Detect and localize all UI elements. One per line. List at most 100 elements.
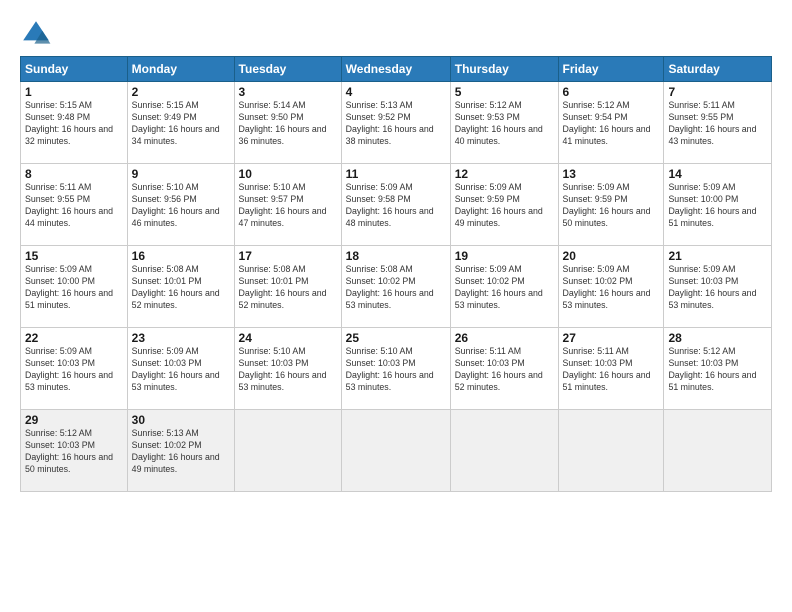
day-info: Sunrise: 5:11 AMSunset: 9:55 PMDaylight:… xyxy=(668,100,756,146)
table-row: 5 Sunrise: 5:12 AMSunset: 9:53 PMDayligh… xyxy=(450,82,558,164)
day-number: 5 xyxy=(455,85,554,99)
day-info: Sunrise: 5:09 AMSunset: 10:00 PMDaylight… xyxy=(25,264,113,310)
day-info: Sunrise: 5:09 AMSunset: 10:03 PMDaylight… xyxy=(132,346,220,392)
day-info: Sunrise: 5:15 AMSunset: 9:49 PMDaylight:… xyxy=(132,100,220,146)
day-number: 16 xyxy=(132,249,230,263)
table-row: 30 Sunrise: 5:13 AMSunset: 10:02 PMDayli… xyxy=(127,410,234,492)
table-row: 21 Sunrise: 5:09 AMSunset: 10:03 PMDayli… xyxy=(664,246,772,328)
day-number: 21 xyxy=(668,249,767,263)
day-number: 25 xyxy=(346,331,446,345)
day-number: 9 xyxy=(132,167,230,181)
day-info: Sunrise: 5:08 AMSunset: 10:01 PMDaylight… xyxy=(132,264,220,310)
table-row: 20 Sunrise: 5:09 AMSunset: 10:02 PMDayli… xyxy=(558,246,664,328)
day-number: 10 xyxy=(239,167,337,181)
col-thursday: Thursday xyxy=(450,57,558,82)
empty-cell xyxy=(664,410,772,492)
day-info: Sunrise: 5:11 AMSunset: 10:03 PMDaylight… xyxy=(455,346,543,392)
table-row: 14 Sunrise: 5:09 AMSunset: 10:00 PMDayli… xyxy=(664,164,772,246)
day-info: Sunrise: 5:09 AMSunset: 10:02 PMDaylight… xyxy=(563,264,651,310)
day-info: Sunrise: 5:10 AMSunset: 9:57 PMDaylight:… xyxy=(239,182,327,228)
day-number: 17 xyxy=(239,249,337,263)
table-row: 1 Sunrise: 5:15 AMSunset: 9:48 PMDayligh… xyxy=(21,82,128,164)
table-row: 24 Sunrise: 5:10 AMSunset: 10:03 PMDayli… xyxy=(234,328,341,410)
col-monday: Monday xyxy=(127,57,234,82)
logo-icon xyxy=(20,18,52,50)
empty-cell xyxy=(450,410,558,492)
header xyxy=(20,18,772,50)
table-row: 13 Sunrise: 5:09 AMSunset: 9:59 PMDaylig… xyxy=(558,164,664,246)
day-number: 11 xyxy=(346,167,446,181)
day-number: 27 xyxy=(563,331,660,345)
col-saturday: Saturday xyxy=(664,57,772,82)
page: Sunday Monday Tuesday Wednesday Thursday… xyxy=(0,0,792,612)
table-row: 17 Sunrise: 5:08 AMSunset: 10:01 PMDayli… xyxy=(234,246,341,328)
day-info: Sunrise: 5:09 AMSunset: 10:00 PMDaylight… xyxy=(668,182,756,228)
day-info: Sunrise: 5:10 AMSunset: 10:03 PMDaylight… xyxy=(239,346,327,392)
table-row: 15 Sunrise: 5:09 AMSunset: 10:00 PMDayli… xyxy=(21,246,128,328)
table-row: 23 Sunrise: 5:09 AMSunset: 10:03 PMDayli… xyxy=(127,328,234,410)
table-row: 12 Sunrise: 5:09 AMSunset: 9:59 PMDaylig… xyxy=(450,164,558,246)
table-row: 26 Sunrise: 5:11 AMSunset: 10:03 PMDayli… xyxy=(450,328,558,410)
table-row: 11 Sunrise: 5:09 AMSunset: 9:58 PMDaylig… xyxy=(341,164,450,246)
day-info: Sunrise: 5:14 AMSunset: 9:50 PMDaylight:… xyxy=(239,100,327,146)
empty-cell xyxy=(234,410,341,492)
col-friday: Friday xyxy=(558,57,664,82)
day-info: Sunrise: 5:08 AMSunset: 10:01 PMDaylight… xyxy=(239,264,327,310)
table-row: 7 Sunrise: 5:11 AMSunset: 9:55 PMDayligh… xyxy=(664,82,772,164)
table-row: 18 Sunrise: 5:08 AMSunset: 10:02 PMDayli… xyxy=(341,246,450,328)
day-number: 13 xyxy=(563,167,660,181)
day-info: Sunrise: 5:09 AMSunset: 10:03 PMDaylight… xyxy=(668,264,756,310)
day-number: 3 xyxy=(239,85,337,99)
calendar-table: Sunday Monday Tuesday Wednesday Thursday… xyxy=(20,56,772,492)
day-number: 28 xyxy=(668,331,767,345)
day-info: Sunrise: 5:15 AMSunset: 9:48 PMDaylight:… xyxy=(25,100,113,146)
day-number: 12 xyxy=(455,167,554,181)
day-number: 29 xyxy=(25,413,123,427)
table-row: 9 Sunrise: 5:10 AMSunset: 9:56 PMDayligh… xyxy=(127,164,234,246)
day-number: 6 xyxy=(563,85,660,99)
col-wednesday: Wednesday xyxy=(341,57,450,82)
day-info: Sunrise: 5:09 AMSunset: 9:59 PMDaylight:… xyxy=(455,182,543,228)
day-info: Sunrise: 5:09 AMSunset: 9:58 PMDaylight:… xyxy=(346,182,434,228)
empty-cell xyxy=(341,410,450,492)
table-row: 16 Sunrise: 5:08 AMSunset: 10:01 PMDayli… xyxy=(127,246,234,328)
col-tuesday: Tuesday xyxy=(234,57,341,82)
day-info: Sunrise: 5:12 AMSunset: 10:03 PMDaylight… xyxy=(25,428,113,474)
day-number: 30 xyxy=(132,413,230,427)
table-row: 8 Sunrise: 5:11 AMSunset: 9:55 PMDayligh… xyxy=(21,164,128,246)
table-row: 19 Sunrise: 5:09 AMSunset: 10:02 PMDayli… xyxy=(450,246,558,328)
table-row: 29 Sunrise: 5:12 AMSunset: 10:03 PMDayli… xyxy=(21,410,128,492)
day-number: 22 xyxy=(25,331,123,345)
empty-cell xyxy=(558,410,664,492)
table-row: 3 Sunrise: 5:14 AMSunset: 9:50 PMDayligh… xyxy=(234,82,341,164)
day-number: 18 xyxy=(346,249,446,263)
day-info: Sunrise: 5:10 AMSunset: 9:56 PMDaylight:… xyxy=(132,182,220,228)
day-number: 15 xyxy=(25,249,123,263)
table-row: 2 Sunrise: 5:15 AMSunset: 9:49 PMDayligh… xyxy=(127,82,234,164)
table-row: 4 Sunrise: 5:13 AMSunset: 9:52 PMDayligh… xyxy=(341,82,450,164)
table-row: 25 Sunrise: 5:10 AMSunset: 10:03 PMDayli… xyxy=(341,328,450,410)
day-number: 26 xyxy=(455,331,554,345)
logo xyxy=(20,18,56,50)
calendar-header-row: Sunday Monday Tuesday Wednesday Thursday… xyxy=(21,57,772,82)
day-number: 4 xyxy=(346,85,446,99)
day-number: 7 xyxy=(668,85,767,99)
day-info: Sunrise: 5:11 AMSunset: 10:03 PMDaylight… xyxy=(563,346,651,392)
col-sunday: Sunday xyxy=(21,57,128,82)
table-row: 6 Sunrise: 5:12 AMSunset: 9:54 PMDayligh… xyxy=(558,82,664,164)
day-info: Sunrise: 5:11 AMSunset: 9:55 PMDaylight:… xyxy=(25,182,113,228)
day-number: 2 xyxy=(132,85,230,99)
day-info: Sunrise: 5:12 AMSunset: 10:03 PMDaylight… xyxy=(668,346,756,392)
day-info: Sunrise: 5:12 AMSunset: 9:54 PMDaylight:… xyxy=(563,100,651,146)
day-number: 24 xyxy=(239,331,337,345)
day-number: 8 xyxy=(25,167,123,181)
day-info: Sunrise: 5:08 AMSunset: 10:02 PMDaylight… xyxy=(346,264,434,310)
day-info: Sunrise: 5:13 AMSunset: 10:02 PMDaylight… xyxy=(132,428,220,474)
day-number: 14 xyxy=(668,167,767,181)
day-info: Sunrise: 5:10 AMSunset: 10:03 PMDaylight… xyxy=(346,346,434,392)
day-number: 20 xyxy=(563,249,660,263)
day-number: 23 xyxy=(132,331,230,345)
day-number: 1 xyxy=(25,85,123,99)
day-info: Sunrise: 5:09 AMSunset: 10:02 PMDaylight… xyxy=(455,264,543,310)
day-info: Sunrise: 5:12 AMSunset: 9:53 PMDaylight:… xyxy=(455,100,543,146)
